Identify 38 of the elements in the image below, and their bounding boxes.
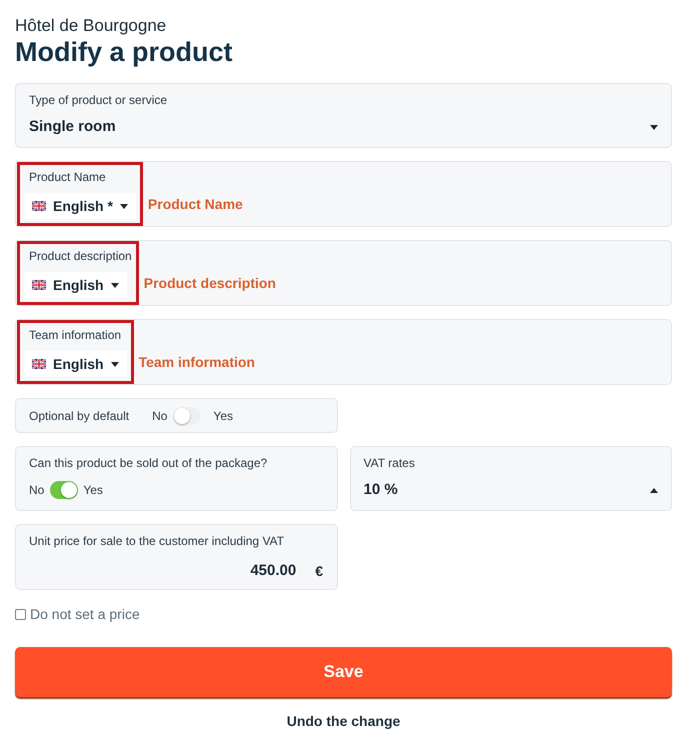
- toggle-option-label: No: [152, 408, 168, 424]
- caret-down-icon: [110, 282, 119, 288]
- checkbox-label: Do not set a price: [30, 605, 140, 623]
- price-field[interactable]: Unit price for sale to the customer including VAT 450.00 €: [15, 524, 338, 590]
- hotel-name: Hôtel de Bourgogne: [15, 16, 168, 36]
- language-dropdown[interactable]: English: [24, 351, 127, 377]
- uk-flag-icon: [32, 280, 46, 290]
- language-dropdown[interactable]: English: [24, 272, 127, 298]
- page-title: Modify a product: [15, 36, 234, 68]
- setting-label: Optional by default: [29, 408, 130, 424]
- caret-down-icon: [110, 362, 119, 366]
- toggle-option-label: Yes: [213, 408, 233, 424]
- vat-rate-select[interactable]: VAT rates 10 %: [350, 446, 672, 511]
- field-label: Team information: [29, 327, 122, 343]
- toggle-switch[interactable]: [50, 481, 78, 499]
- field-label: VAT rates: [364, 455, 416, 471]
- setting-label: Can this product be sold out of the package?: [29, 455, 268, 471]
- undo-link[interactable]: Undo the change: [286, 711, 400, 731]
- price-value: 450.00: [250, 561, 296, 581]
- field-label: Product Name: [29, 169, 106, 185]
- annotation-text: Product description: [144, 274, 276, 293]
- product-type-select[interactable]: Type of product or service Single room: [15, 83, 672, 148]
- annotation-text: Team information: [138, 353, 255, 372]
- language-dropdown[interactable]: English *: [24, 193, 136, 219]
- select-value: 10 %: [364, 480, 398, 500]
- field-label: Type of product or service: [29, 92, 168, 108]
- toggle-option-label: No: [29, 482, 44, 499]
- checkbox[interactable]: [15, 608, 26, 620]
- toggle-option-label: Yes: [83, 482, 103, 499]
- caret-down-icon: [120, 204, 128, 208]
- field-label: Product description: [29, 248, 132, 264]
- uk-flag-icon: [32, 359, 46, 369]
- select-value: Single room: [29, 117, 116, 137]
- toggle-switch[interactable]: [173, 406, 202, 424]
- currency-symbol: €: [315, 562, 323, 581]
- annotation-text: Product Name: [148, 195, 243, 214]
- uk-flag-icon: [32, 201, 46, 211]
- field-label: Unit price for sale to the customer including VAT: [29, 533, 285, 549]
